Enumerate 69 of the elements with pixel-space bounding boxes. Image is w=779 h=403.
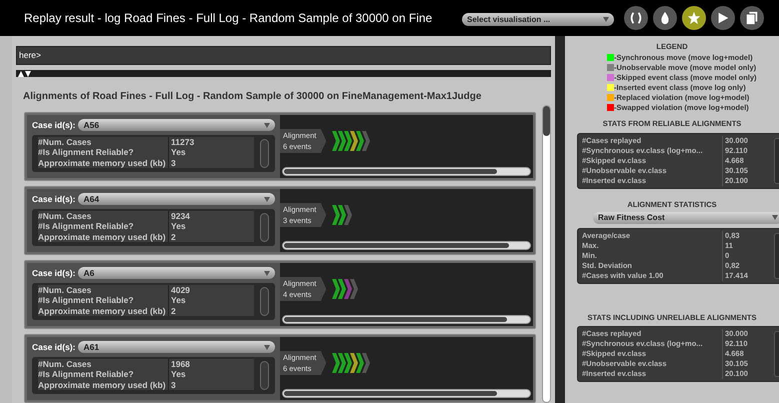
- info-value: 3: [168, 158, 176, 168]
- dropdown-caret-icon: [264, 196, 270, 202]
- info-label: Approximate memory used (kb): [38, 232, 167, 242]
- dropdown-caret-icon: [603, 17, 609, 22]
- event-chevron-icon[interactable]: [350, 353, 358, 373]
- event-chevron-icon[interactable]: [344, 205, 352, 225]
- event-chevron-icon[interactable]: [362, 131, 370, 151]
- statistic-dropdown[interactable]: Raw Fitness Cost: [593, 212, 779, 224]
- event-chevron-icon[interactable]: [344, 353, 352, 373]
- info-label: #Is Alignment Reliable?: [38, 369, 135, 380]
- case-id-dropdown[interactable]: A61: [78, 341, 275, 354]
- brackets-icon: [629, 11, 643, 25]
- info-label: Approximate memory used (kb): [38, 158, 167, 168]
- dropdown-caret-icon: [264, 122, 270, 128]
- window-title: Replay result - log Road Fines - Full Log - Random Sample of 30000 on Fine: [24, 10, 432, 27]
- star-icon: [687, 11, 701, 25]
- dropdown-caret-icon: [264, 344, 270, 350]
- scrollbar-thumb[interactable]: [260, 360, 269, 390]
- info-label: #Is Alignment Reliable?: [38, 147, 135, 158]
- info-label: #Is Alignment Reliable?: [38, 295, 135, 306]
- toolbar-button[interactable]: [682, 6, 706, 30]
- event-chevron-icon[interactable]: [344, 279, 352, 299]
- event-chevron-icon[interactable]: [344, 131, 352, 151]
- event-chevron-icon[interactable]: [332, 131, 340, 151]
- case-id-label: Case id(s):: [32, 193, 76, 206]
- info-label: #Num. Cases: [38, 284, 92, 296]
- info-label: #Num. Cases: [38, 358, 92, 370]
- collapse-arrows-icon: [18, 70, 32, 76]
- case-id-label: Case id(s):: [32, 341, 76, 354]
- visualisation-dropdown[interactable]: Select visualisation ...: [462, 13, 614, 26]
- event-chevron-icon[interactable]: [356, 131, 364, 151]
- case-id-dropdown[interactable]: A6: [78, 267, 275, 280]
- info-label: Approximate memory used (kb): [38, 380, 167, 390]
- info-value: 2: [168, 306, 176, 316]
- case-id-label: Case id(s):: [32, 267, 76, 280]
- copy-icon: [745, 11, 759, 25]
- alignments-heading: Alignments of Road Fines - Full Log - Random Sample of 30000 on FineManagement-Max1Judge: [23, 90, 482, 104]
- scrollbar-thumb[interactable]: [260, 286, 269, 316]
- scrollbar-thumb[interactable]: [260, 138, 269, 168]
- toolbar-button[interactable]: [624, 6, 648, 30]
- toolbar-button[interactable]: [711, 6, 735, 30]
- info-value: 2: [168, 232, 176, 242]
- event-chevron-icon[interactable]: [332, 353, 340, 373]
- case-id-label: Case id(s):: [32, 119, 76, 132]
- info-label: Approximate memory used (kb): [38, 306, 167, 316]
- dropdown-caret-icon: [772, 215, 778, 220]
- event-chevron-icon[interactable]: [332, 205, 340, 225]
- event-chevron-icon[interactable]: [338, 279, 346, 299]
- info-value: 3: [168, 380, 176, 390]
- event-chevron-icon[interactable]: [332, 279, 340, 299]
- dropdown-caret-icon: [264, 270, 270, 276]
- play-icon: [716, 11, 730, 25]
- query-field[interactable]: here>: [16, 46, 551, 65]
- event-chevron-icon[interactable]: [350, 131, 358, 151]
- event-chevron-icon[interactable]: [338, 205, 346, 225]
- case-id-dropdown[interactable]: A64: [78, 193, 275, 206]
- event-chevron-icon[interactable]: [338, 353, 346, 373]
- scrollbar-track[interactable]: [542, 105, 551, 403]
- toolbar-button[interactable]: [740, 6, 764, 30]
- info-label: #Num. Cases: [38, 210, 92, 222]
- event-chevron-icon[interactable]: [338, 131, 346, 151]
- event-chevron-icon[interactable]: [356, 353, 364, 373]
- case-id-dropdown[interactable]: A56: [78, 119, 275, 132]
- info-label: #Is Alignment Reliable?: [38, 221, 135, 232]
- info-label: #Num. Cases: [38, 136, 92, 148]
- event-chevron-icon[interactable]: [362, 353, 370, 373]
- scrollbar-thumb[interactable]: [260, 212, 269, 242]
- toolbar-button[interactable]: [653, 6, 677, 30]
- scrollbar-thumb[interactable]: [543, 106, 550, 136]
